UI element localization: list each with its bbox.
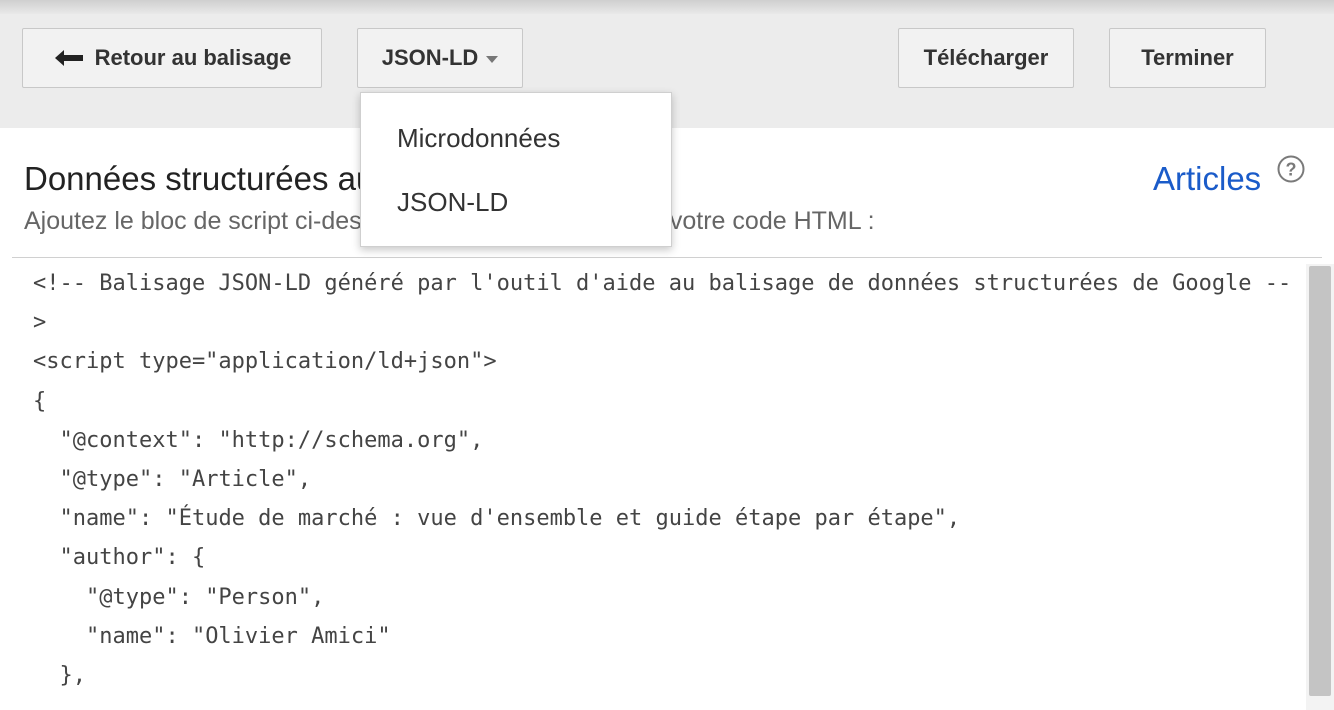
- back-to-markup-button[interactable]: Retour au balisage: [22, 28, 322, 88]
- help-icon[interactable]: ?: [1277, 155, 1305, 183]
- back-arrow-icon: [53, 47, 85, 69]
- scrollbar-thumb[interactable]: [1309, 266, 1331, 696]
- menu-item-json-ld[interactable]: JSON-LD: [397, 187, 508, 218]
- finish-button[interactable]: Terminer: [1109, 28, 1266, 88]
- top-shadow: [0, 0, 1334, 14]
- json-ld-code: <!-- Balisage JSON-LD généré par l'outil…: [33, 271, 1292, 689]
- download-button-label: Télécharger: [923, 45, 1049, 70]
- chevron-down-icon: [486, 56, 499, 63]
- menu-item-microdata[interactable]: Microdonnées: [397, 123, 560, 154]
- code-output-area[interactable]: <!-- Balisage JSON-LD généré par l'outil…: [12, 258, 1322, 710]
- format-dropdown-menu: Microdonnées JSON-LD: [360, 92, 672, 247]
- finish-button-label: Terminer: [1141, 45, 1234, 70]
- format-select-label: JSON-LD: [381, 45, 479, 70]
- back-button-label: Retour au balisage: [94, 45, 292, 70]
- schema-type-link[interactable]: Articles: [1153, 160, 1261, 198]
- svg-text:?: ?: [1286, 160, 1297, 180]
- download-button[interactable]: Télécharger: [898, 28, 1074, 88]
- format-select-button[interactable]: JSON-LD: [357, 28, 523, 88]
